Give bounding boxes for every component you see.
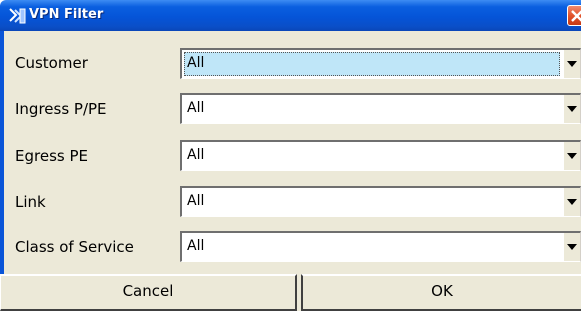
ok-button[interactable]: OK bbox=[301, 274, 581, 311]
customer-dropdown-button[interactable] bbox=[564, 50, 580, 78]
chevron-down-icon bbox=[567, 199, 577, 205]
egress-pe-label: Egress PE bbox=[15, 147, 88, 165]
link-select[interactable]: All bbox=[180, 186, 581, 217]
select-focus-box bbox=[184, 52, 560, 76]
customer-select[interactable]: All bbox=[180, 48, 581, 79]
link-label: Link bbox=[15, 193, 46, 211]
link-dropdown-button[interactable] bbox=[564, 188, 580, 216]
window-frame-left bbox=[0, 31, 4, 311]
class-of-service-select-value: All bbox=[187, 238, 205, 254]
close-icon bbox=[571, 10, 581, 22]
customer-select-value: All bbox=[187, 55, 205, 71]
ingress-pe-select-value: All bbox=[187, 100, 205, 116]
chevron-down-icon bbox=[567, 61, 577, 67]
class-of-service-label: Class of Service bbox=[15, 238, 134, 256]
close-button[interactable] bbox=[567, 5, 581, 26]
egress-pe-select[interactable]: All bbox=[180, 140, 581, 171]
egress-pe-select-value: All bbox=[187, 147, 205, 163]
ingress-pe-select[interactable]: All bbox=[180, 93, 581, 124]
chevron-down-icon bbox=[567, 106, 577, 112]
vpn-filter-app-icon bbox=[7, 6, 27, 26]
window-title: VPN Filter bbox=[29, 7, 104, 22]
egress-pe-dropdown-button[interactable] bbox=[564, 142, 580, 170]
class-of-service-dropdown-button[interactable] bbox=[564, 233, 580, 261]
chevron-down-icon bbox=[567, 244, 577, 250]
customer-label: Customer bbox=[15, 54, 88, 72]
chevron-down-icon bbox=[567, 153, 577, 159]
cancel-button[interactable]: Cancel bbox=[0, 274, 297, 311]
title-bar[interactable]: VPN Filter bbox=[0, 0, 581, 31]
link-select-value: All bbox=[187, 193, 205, 209]
ingress-pe-dropdown-button[interactable] bbox=[564, 95, 580, 123]
ingress-pe-label: Ingress P/PE bbox=[15, 100, 107, 118]
class-of-service-select[interactable]: All bbox=[180, 231, 581, 262]
